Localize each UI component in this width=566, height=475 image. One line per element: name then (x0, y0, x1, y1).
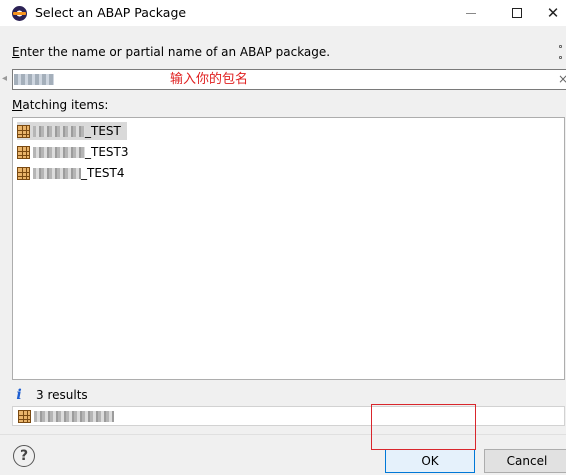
matching-accelerator: M (12, 98, 23, 112)
prompt-accelerator: E (12, 45, 20, 59)
results-status: i 3 results (12, 387, 88, 403)
package-icon (17, 166, 30, 180)
matching-items-list[interactable]: _TEST _TEST3 _TEST4 (12, 117, 565, 380)
minimize-icon (466, 12, 476, 14)
view-menu-button[interactable] (557, 45, 563, 59)
search-prompt-label: Enter the name or partial name of an ABA… (12, 45, 330, 59)
list-item-label: _TEST (85, 124, 121, 138)
minimize-button[interactable] (448, 0, 494, 26)
package-search-input[interactable] (13, 70, 566, 89)
redacted-package-name (33, 146, 85, 158)
help-button[interactable]: ? (13, 445, 35, 467)
package-icon (18, 409, 31, 423)
list-item[interactable]: _TEST4 (17, 164, 131, 182)
package-icon (17, 145, 30, 159)
scroll-left-icon: ◂ (2, 73, 8, 84)
menu-dot-icon (558, 56, 562, 59)
window-title: Select an ABAP Package (35, 5, 187, 20)
package-search-field[interactable] (12, 69, 566, 90)
redacted-package-path (34, 410, 114, 422)
matching-text: atching items: (22, 98, 109, 112)
results-count: 3 results (36, 388, 88, 402)
menu-dot-icon (558, 45, 562, 48)
package-icon (17, 124, 30, 138)
redacted-package-name (33, 167, 81, 179)
ok-button[interactable]: OK (385, 449, 475, 473)
close-button[interactable]: ✕ (540, 0, 566, 26)
eclipse-app-icon (12, 6, 27, 21)
footer-divider (0, 434, 566, 435)
clear-search-icon[interactable]: × (558, 72, 566, 86)
list-item-label: _TEST4 (81, 166, 125, 180)
info-icon: i (16, 387, 22, 403)
help-icon: ? (19, 448, 29, 464)
close-icon: ✕ (546, 3, 560, 22)
list-item-label: _TEST3 (85, 145, 129, 159)
list-item[interactable]: _TEST (17, 122, 127, 140)
list-item[interactable]: _TEST3 (17, 143, 135, 161)
title-bar: Select an ABAP Package ✕ (0, 0, 566, 26)
cancel-button[interactable]: Cancel (484, 449, 566, 473)
annotation-hint-text: 输入你的包名 (170, 72, 249, 87)
matching-items-label: Matching items: (12, 98, 108, 112)
prompt-text: nter the name or partial name of an ABAP… (19, 45, 331, 59)
redacted-package-name (33, 125, 85, 137)
dialog-body: Enter the name or partial name of an ABA… (0, 26, 566, 475)
selected-item-detail (12, 406, 565, 426)
maximize-icon (512, 8, 522, 18)
maximize-button[interactable] (494, 0, 540, 26)
